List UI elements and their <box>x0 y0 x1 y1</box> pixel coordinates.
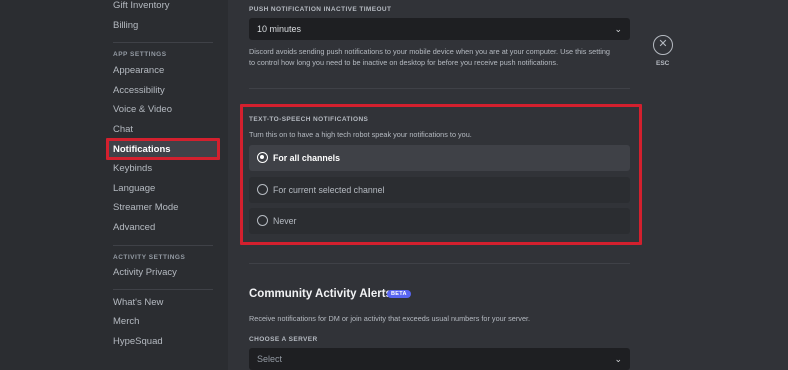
activity-settings-header: ACTIVITY SETTINGS <box>113 254 186 261</box>
sidebar-item-language[interactable]: Language <box>107 179 219 199</box>
push-timeout-value: 10 minutes <box>257 24 302 34</box>
sidebar-divider <box>113 245 213 246</box>
notifications-highlight-box <box>106 138 220 160</box>
sidebar-item-gift-inventory[interactable]: Gift Inventory <box>107 0 219 16</box>
push-timeout-select[interactable]: 10 minutes ⌄ <box>249 18 630 40</box>
server-label: CHOOSE A SERVER <box>249 336 318 343</box>
community-description: Receive notifications for DM or join act… <box>249 314 531 323</box>
sidebar-item-accessibility[interactable]: Accessibility <box>107 81 219 101</box>
beta-badge: BETA <box>387 290 411 298</box>
sidebar-item-streamer-mode[interactable]: Streamer Mode <box>107 198 219 218</box>
sidebar-item-advanced[interactable]: Advanced <box>107 218 219 238</box>
server-select-placeholder: Select <box>257 354 283 364</box>
sidebar-item-keybinds[interactable]: Keybinds <box>107 159 219 179</box>
push-timeout-label: PUSH NOTIFICATION INACTIVE TIMEOUT <box>249 6 392 13</box>
sidebar-item-billing[interactable]: Billing <box>107 16 219 36</box>
sidebar-item-voice-video[interactable]: Voice & Video <box>107 100 219 120</box>
community-title: Community Activity Alerts <box>249 288 392 300</box>
sidebar-item-merch[interactable]: Merch <box>107 312 219 332</box>
app-settings-header: APP SETTINGS <box>113 51 167 58</box>
tts-highlight-box <box>240 104 642 245</box>
sidebar-item-chat[interactable]: Chat <box>107 120 219 140</box>
sidebar-divider <box>113 289 213 290</box>
sidebar-item-appearance[interactable]: Appearance <box>107 61 219 81</box>
chevron-down-icon: ⌄ <box>614 24 622 34</box>
push-timeout-description-2: to control how long you need to be inact… <box>249 58 559 67</box>
sidebar-divider <box>113 42 213 43</box>
server-select[interactable]: Select ⌄ <box>249 348 630 370</box>
close-icon: ✕ <box>658 38 668 50</box>
sidebar-item-whats-new[interactable]: What's New <box>107 293 219 313</box>
sidebar-item-hypesquad[interactable]: HypeSquad <box>107 332 219 352</box>
sidebar-item-activity-privacy[interactable]: Activity Privacy <box>107 263 219 283</box>
section-divider <box>249 88 630 89</box>
section-divider <box>249 263 630 264</box>
esc-label: ESC <box>656 60 670 67</box>
chevron-down-icon: ⌄ <box>614 354 622 364</box>
push-timeout-description-1: Discord avoids sending push notification… <box>249 47 610 56</box>
close-button[interactable]: ✕ <box>653 35 673 55</box>
